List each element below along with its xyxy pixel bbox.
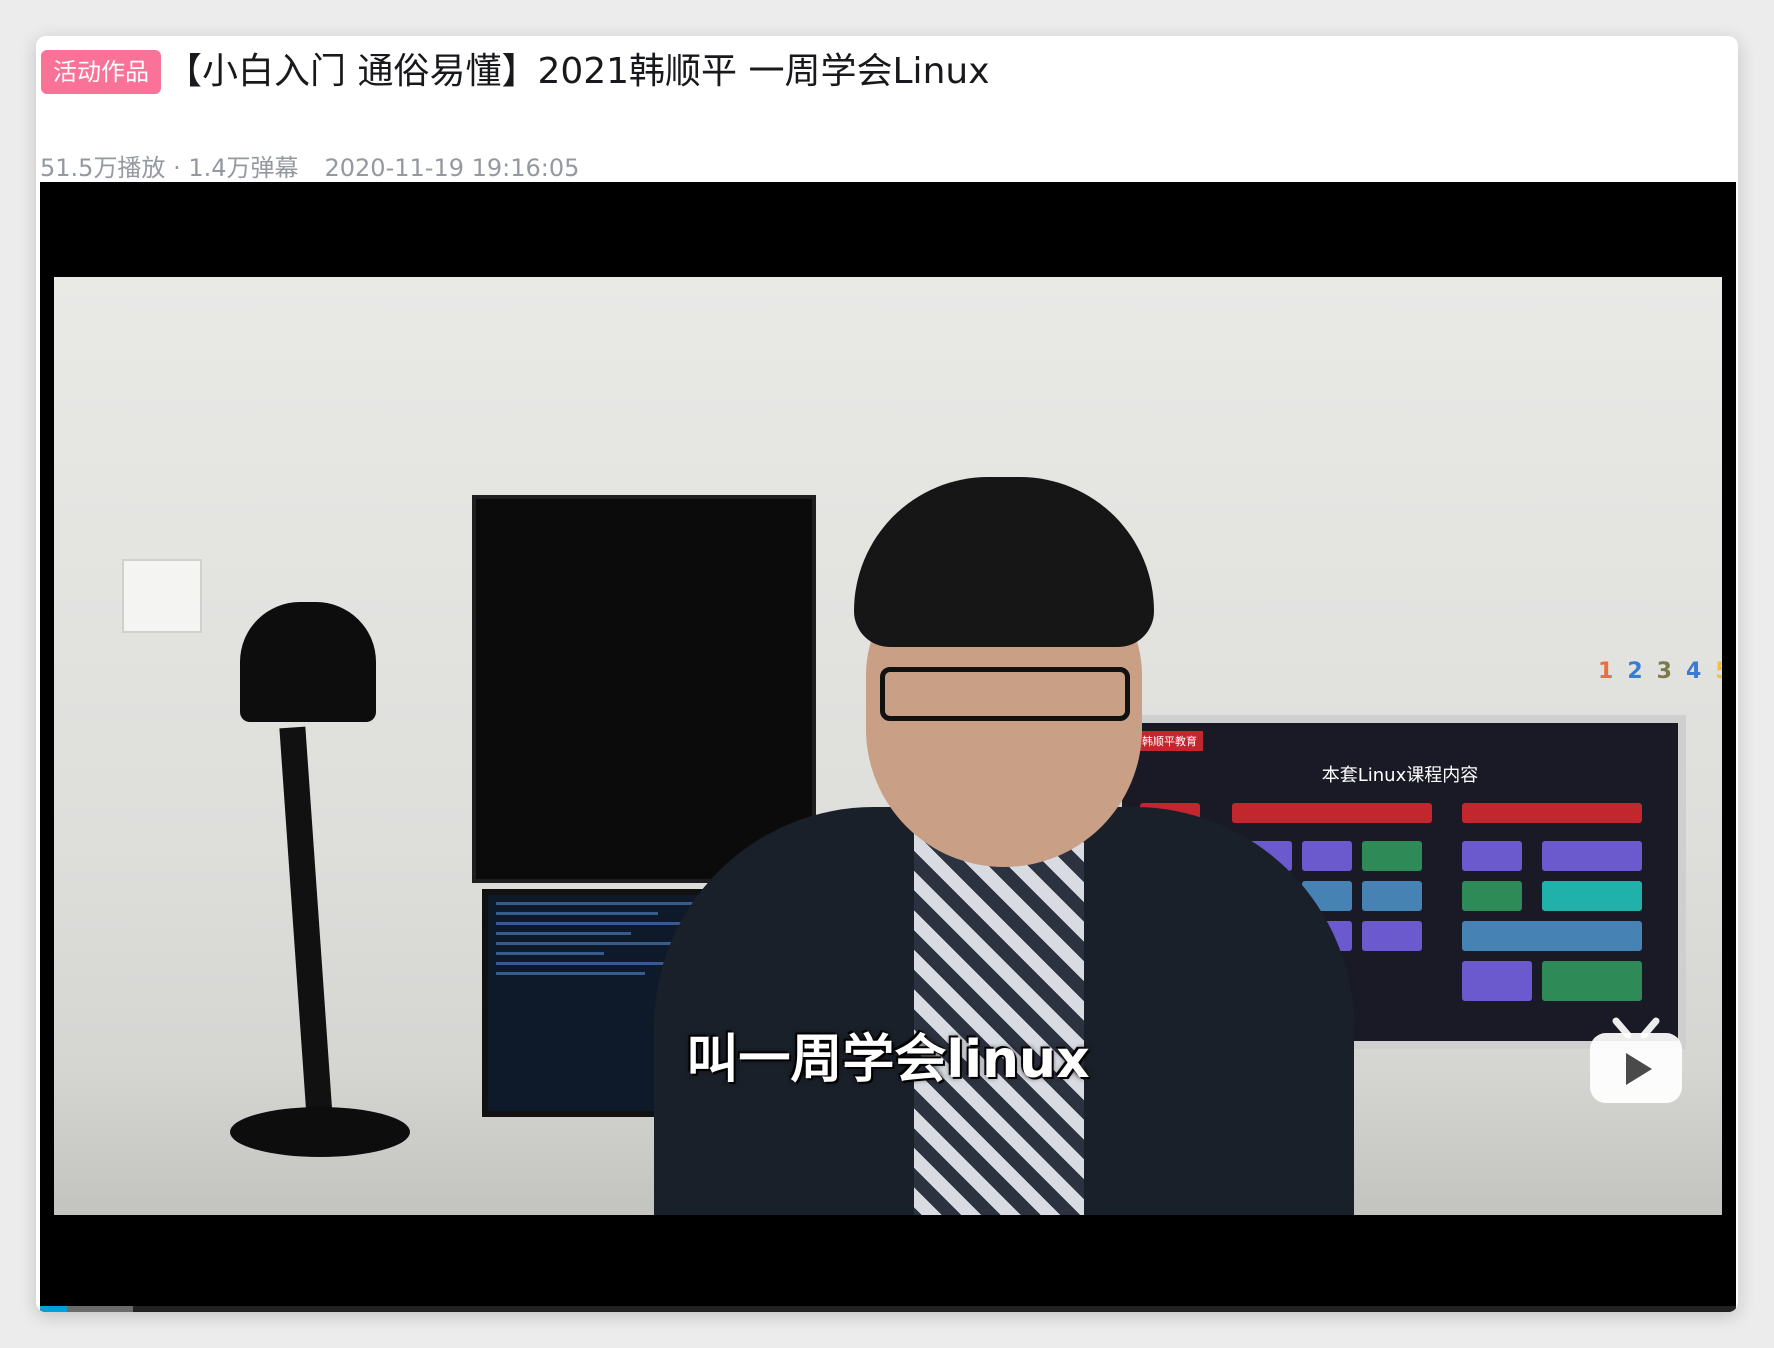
progress-played[interactable] — [40, 1306, 68, 1312]
publish-date: 2020-11-19 19:16:05 — [324, 154, 580, 182]
progress-track[interactable] — [40, 1306, 1736, 1312]
wall-number-4: 4 — [1685, 659, 1702, 684]
video-subtitle: 叫一周学会linux — [686, 1030, 1090, 1090]
desk-lamp-head — [240, 602, 376, 722]
presenter-hair — [854, 477, 1154, 647]
desk-lamp-base — [230, 1107, 410, 1157]
wall-number-3: 3 — [1656, 659, 1672, 684]
bilibili-tv-icon — [1590, 1017, 1682, 1103]
activity-badge: 活动作品 — [41, 50, 161, 94]
video-frame[interactable]: 韩顺平教育 本套Linux课程内容 1 2 3 4 叫一周学会linux — [54, 277, 1722, 1215]
wall-number-2: 2 — [1627, 659, 1643, 684]
wall-switch — [122, 559, 202, 633]
wall-numbers: 12345 — [1598, 659, 1722, 684]
video-card: 活动作品 【小白入门 通俗易懂】2021韩顺平 一周学会Linux 51.5万播… — [36, 36, 1738, 1312]
presenter-glasses — [880, 667, 1130, 721]
wall-number-1: 1 — [1598, 659, 1614, 684]
video-player[interactable]: 韩顺平教育 本套Linux课程内容 1 2 3 4 叫一周学会linux — [40, 182, 1736, 1312]
presenter — [614, 477, 1374, 1215]
video-header: 活动作品 【小白入门 通俗易懂】2021韩顺平 一周学会Linux 51.5万播… — [36, 36, 1738, 182]
video-title[interactable]: 【小白入门 通俗易懂】2021韩顺平 一周学会Linux — [166, 46, 990, 98]
video-meta: 51.5万播放 · 1.4万弹幕 2020-11-19 19:16:05 — [40, 148, 579, 183]
view-danmaku-count: 51.5万播放 · 1.4万弹幕 — [40, 154, 299, 182]
wall-number-5: 5 — [1715, 659, 1722, 684]
